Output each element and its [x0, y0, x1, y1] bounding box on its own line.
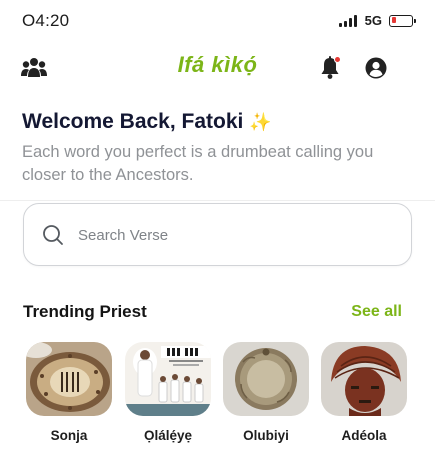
priest-photo-image [421, 342, 435, 416]
priest-name: Olubiyi [243, 428, 289, 443]
profile-icon [365, 57, 387, 79]
search-bar[interactable] [23, 203, 412, 266]
priest-name: Sonja [50, 428, 88, 443]
section-divider [0, 200, 435, 201]
carved-tray-image [223, 342, 309, 416]
welcome-heading: Welcome Back, Fatoki ✨ [22, 110, 417, 134]
network-label: 5G [364, 13, 382, 28]
ceremony-poster-image [125, 342, 211, 416]
welcome-title: Welcome Back, Fatoki [22, 110, 244, 133]
priest-avatar [421, 342, 435, 416]
see-all-link[interactable]: See all [351, 303, 402, 321]
trending-priests-list: Sonja Ọlálẹ́yẹ Olubiyi Adéola [26, 342, 435, 464]
welcome-section: Welcome Back, Fatoki ✨ Each word you per… [22, 110, 417, 187]
notifications-button[interactable] [319, 56, 341, 80]
trending-title: Trending Priest [23, 302, 147, 321]
welcome-subtitle: Each word you perfect is a drumbeat call… [22, 143, 374, 184]
signal-icon [338, 14, 357, 27]
sparkle-icon: ✨ [249, 111, 272, 132]
search-icon [43, 225, 63, 245]
priest-avatar [125, 342, 211, 416]
priest-card-partial[interactable] [421, 342, 435, 416]
search-input[interactable] [78, 222, 398, 248]
profile-button[interactable] [365, 57, 387, 79]
status-time: O4:20 [22, 11, 70, 30]
notification-badge [334, 56, 341, 63]
priest-name: Ọlálẹ́yẹ [143, 428, 193, 443]
priest-avatar [223, 342, 309, 416]
trending-header: Trending Priest See all [23, 302, 402, 324]
priest-card-olaleye[interactable]: Ọlálẹ́yẹ [125, 342, 211, 443]
sculpture-image [321, 342, 407, 416]
priest-avatar [321, 342, 407, 416]
priest-name: Adéola [341, 428, 387, 443]
priest-card-olubiyi[interactable]: Olubiyi [223, 342, 309, 443]
status-bar: O4:20 5G [0, 0, 435, 40]
divination-tray-image [26, 342, 112, 416]
battery-icon [389, 14, 416, 27]
app-header: Ifá kìkọ́ [0, 44, 435, 92]
priest-card-sonja[interactable]: Sonja [26, 342, 112, 443]
priest-avatar [26, 342, 112, 416]
status-indicators: 5G [338, 13, 416, 28]
priest-card-adeola[interactable]: Adéola [321, 342, 407, 443]
